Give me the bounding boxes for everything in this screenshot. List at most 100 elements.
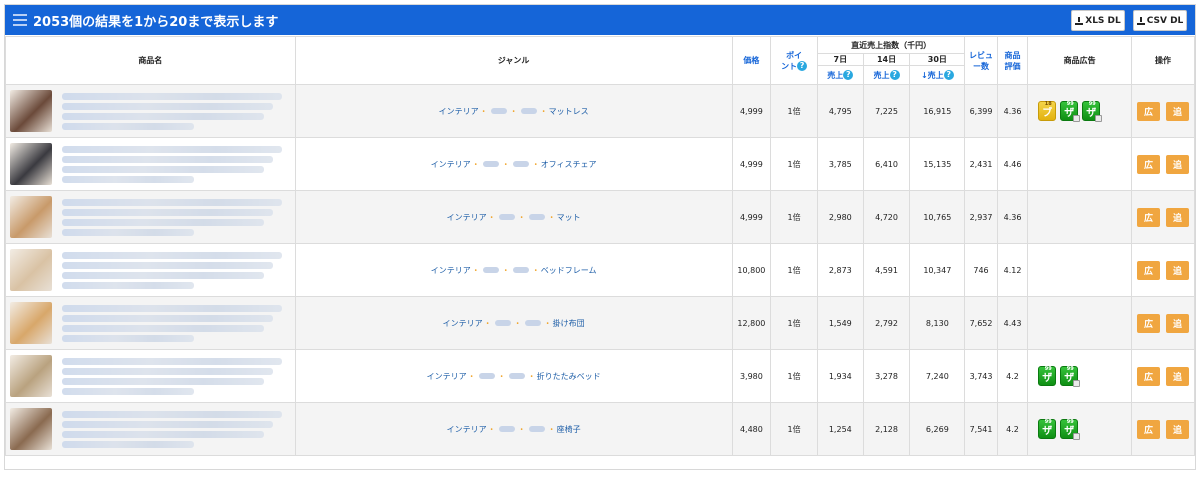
product-ad-cell [1027,137,1132,191]
sort-sales-14d[interactable]: 売上? [862,65,911,85]
sales-14d-cell: 7,225 [862,84,911,138]
add-button[interactable]: 追 [1165,101,1189,121]
col-product-name: 商品名 [5,36,296,85]
product-title-blurred[interactable] [62,410,282,448]
product-thumbnail[interactable] [10,249,52,291]
ad-badge-icon[interactable]: 99 ザ [1082,101,1103,122]
ad-badge-icon[interactable]: 99 ザ [1060,366,1081,387]
review-count-cell: 746 [964,243,998,297]
table-row[interactable]: インテリア・・・マットレス 4,999 1倍 4,795 7,225 16,915 6,39… [5,84,1196,138]
genre-link[interactable]: 座椅子 [557,425,581,434]
ad-badge-icon[interactable]: 99 ザ [1060,101,1081,122]
col-operations: 操作 [1130,36,1196,85]
add-button[interactable]: 追 [1165,207,1189,227]
table-row[interactable]: インテリア・・・座椅子 4,480 1倍 1,254 2,128 6,269 7,541 4.… [5,402,1196,456]
genre-link[interactable]: 掛け布団 [553,319,585,328]
sort-sales-7d[interactable]: 売上? [816,65,864,85]
genre-link[interactable]: インテリア [431,160,471,169]
product-ad-cell [1027,243,1132,297]
point-cell: 1倍 [770,296,818,350]
product-thumbnail[interactable] [10,196,52,238]
product-ad-cell: 99 ザ 99 ザ [1027,349,1132,403]
price-cell: 4,999 [731,190,772,244]
csv-download-button[interactable]: CSV DL [1133,10,1187,31]
product-thumbnail[interactable] [10,90,52,132]
col-30d: 30日 [909,53,966,66]
table-row[interactable]: インテリア・・・オフィスチェア 4,999 1倍 3,785 6,410 15,135 2,… [5,137,1196,191]
product-title-blurred[interactable] [62,145,282,183]
genre-link[interactable]: インテリア [431,266,471,275]
help-icon[interactable]: ? [889,70,900,80]
table-row[interactable]: インテリア・・・ベッドフレーム 10,800 1倍 2,873 4,591 10,347 7… [5,243,1196,297]
genre-link[interactable]: オフィスチェア [541,160,597,169]
ad-button[interactable]: 広 [1136,260,1160,280]
product-title-blurred[interactable] [62,198,282,236]
review-count-cell: 2,431 [964,137,998,191]
genre-link[interactable]: インテリア [443,319,483,328]
ad-badge-icon[interactable]: 99 ザ [1038,366,1057,386]
add-button[interactable]: 追 [1165,366,1189,386]
point-cell: 1倍 [770,243,818,297]
product-thumbnail[interactable] [10,355,52,397]
genre-link[interactable]: ベッドフレーム [541,266,597,275]
table-row[interactable]: インテリア・・・掛け布団 12,800 1倍 1,549 2,792 8,130 7,652… [5,296,1196,350]
add-button[interactable]: 追 [1165,154,1189,174]
product-title-blurred[interactable] [62,92,282,130]
col-point[interactable]: ポイ ント? [770,36,818,85]
product-thumbnail[interactable] [10,143,52,185]
operations-cell: 広追 [1130,296,1196,350]
col-genre: ジャンル [294,36,733,85]
col-rating[interactable]: 商品 評価 [996,36,1029,85]
col-reviews[interactable]: レビュ ー数 [964,36,998,85]
point-cell: 1倍 [770,349,818,403]
sort-sales-30d[interactable]: ↓売上? [909,65,966,85]
product-thumbnail[interactable] [10,408,52,450]
ad-button[interactable]: 広 [1136,154,1160,174]
help-icon[interactable]: ? [943,70,954,80]
help-icon[interactable]: ? [797,61,808,71]
help-icon[interactable]: ? [843,70,854,80]
col-price[interactable]: 価格 [731,36,772,85]
ad-button[interactable]: 広 [1136,207,1160,227]
review-count-cell: 6,399 [964,84,998,138]
operations-cell: 広追 [1130,243,1196,297]
add-button[interactable]: 追 [1165,313,1189,333]
sales-30d-cell: 8,130 [909,296,966,350]
ad-badge-icon[interactable]: 18 ブ [1038,101,1057,121]
add-button[interactable]: 追 [1165,419,1189,439]
product-title-blurred[interactable] [62,304,282,342]
genre-link[interactable]: 折りたたみベッド [537,372,601,381]
ad-button[interactable]: 広 [1136,366,1160,386]
col-product-ad: 商品広告 [1027,36,1132,85]
genre-link[interactable]: インテリア [447,425,487,434]
ad-button[interactable]: 広 [1136,101,1160,121]
download-icon [1075,16,1084,25]
sales-14d-cell: 4,720 [862,190,911,244]
operations-cell: 広追 [1130,349,1196,403]
review-count-cell: 2,937 [964,190,998,244]
xls-download-button[interactable]: XLS DL [1071,10,1125,31]
genre-link[interactable]: インテリア [439,107,479,116]
genre-link[interactable]: マット [557,213,581,222]
review-count-cell: 3,743 [964,349,998,403]
table-row[interactable]: インテリア・・・折りたたみベッド 3,980 1倍 1,934 3,278 7,240 3,… [5,349,1196,403]
download-icon [1136,16,1145,25]
product-title-blurred[interactable] [62,251,282,289]
ad-badge-icon[interactable]: 99 ザ [1038,419,1057,439]
table-row[interactable]: インテリア・・・マット 4,999 1倍 2,980 4,720 10,765 2,937 4… [5,190,1196,244]
genre-link[interactable]: マットレス [549,107,589,116]
genre-link[interactable]: インテリア [427,372,467,381]
genre-link[interactable]: インテリア [447,213,487,222]
operations-cell: 広追 [1130,190,1196,244]
ad-button[interactable]: 広 [1136,419,1160,439]
add-button[interactable]: 追 [1165,260,1189,280]
product-title-blurred[interactable] [62,357,282,395]
product-name-cell [5,243,296,297]
price-cell: 12,800 [731,296,772,350]
ad-button[interactable]: 広 [1136,313,1160,333]
sales-30d-cell: 6,269 [909,402,966,456]
product-thumbnail[interactable] [10,302,52,344]
ad-badge-icon[interactable]: 99 ザ [1060,419,1081,440]
corner-icon [1073,380,1081,387]
sales-14d-cell: 4,591 [862,243,911,297]
